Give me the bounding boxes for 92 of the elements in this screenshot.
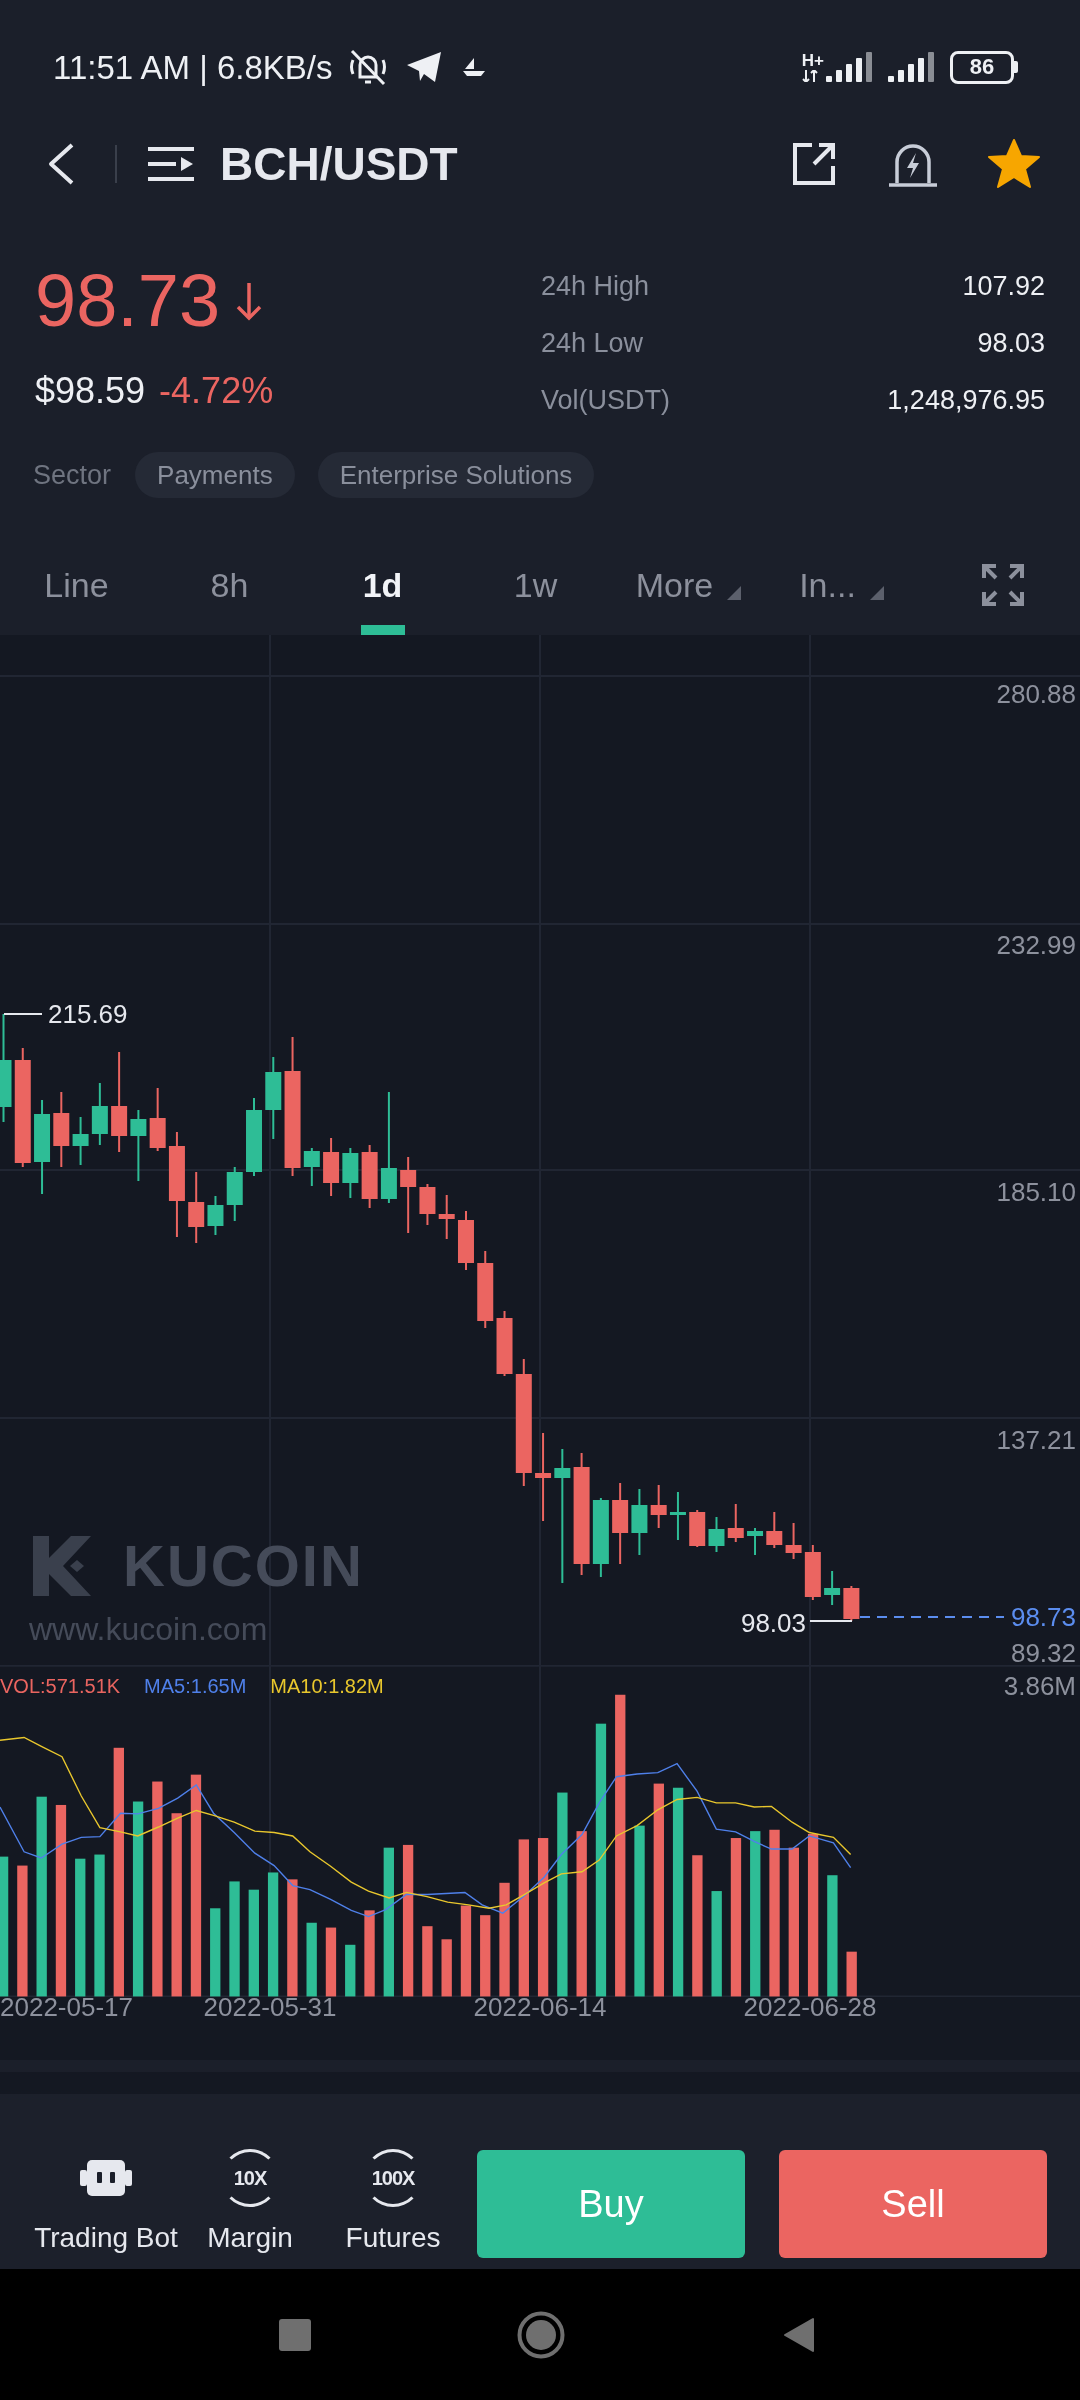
share-icon[interactable] [792,142,836,186]
star-icon[interactable] [988,139,1040,189]
stat-label: 24h High [541,273,650,300]
candlestick [708,1516,725,1553]
sector-tag[interactable]: Payments [135,452,295,498]
menu-icon[interactable] [148,146,194,182]
candlestick [804,1544,821,1601]
status-text: 11:51 AM | 6.8KB/s [53,50,333,84]
candlestick [689,1509,706,1548]
interval-tab[interactable]: Line [0,535,153,635]
stat-value: 107.92 [962,273,1045,300]
recents-icon[interactable] [279,2318,311,2351]
battery-indicator: 86 [950,50,1018,84]
stat-label: 24h Low [541,330,644,357]
candlestick [650,1484,667,1529]
legend-label: MA5:1.65M [144,1676,247,1696]
tool-button[interactable]: Trading Bot [0,2150,186,2255]
date-axis-label: 2022-06-28 [743,1994,877,2020]
leverage-badge: 10X [221,2149,279,2207]
candlestick [207,1195,224,1236]
interval-tab[interactable]: 8h [153,535,306,635]
stat-value: 98.03 [977,330,1045,357]
candlestick [303,1147,320,1187]
sector-label: Sector [33,461,112,489]
robot-icon [80,2158,132,2198]
candlestick [785,1522,802,1560]
signal-icon [826,52,874,82]
signal-icon [888,52,936,82]
price-axis-label: 89.32 [1010,1640,1076,1666]
data-arrows-icon [801,70,818,82]
interval-tab[interactable]: 1d [306,535,459,635]
caret-icon [727,586,742,600]
candlestick [419,1183,436,1226]
sector-tag[interactable]: Enterprise Solutions [317,452,595,498]
date-axis-label: 2022-05-31 [203,1994,337,2020]
expand-icon[interactable] [981,563,1025,607]
date-axis-label: 2022-05-17 [0,1994,133,2020]
volume-bar [345,1944,356,1997]
price-axis-label: 280.88 [996,681,1076,707]
candlestick [361,1144,378,1209]
network-type: H+ [801,52,824,70]
candlestick [91,1082,108,1146]
date-axis-label: 2022-06-14 [473,1994,607,2020]
legend-label: VOL:571.51K [0,1676,121,1696]
home-icon[interactable] [517,2310,565,2359]
back-triangle-icon[interactable] [783,2316,815,2353]
price-change: -4.72% [159,373,274,409]
candlestick [496,1310,513,1377]
candlestick [149,1087,166,1152]
tool-button[interactable]: 100X Futures [314,2150,472,2255]
candlestick [226,1166,243,1222]
candlestick [669,1491,686,1541]
volume-axis-label: 3.86M [1003,1673,1076,1699]
back-icon[interactable] [46,142,76,186]
high-price-label: 215.69 [48,1001,128,1027]
caret-icon [869,586,884,600]
candlestick [747,1527,764,1556]
paper-plane-icon [406,51,443,83]
price-axis-label: 137.21 [996,1427,1076,1453]
low-price-label: 98.03 [740,1610,806,1636]
candlestick [631,1488,648,1556]
interval-tab[interactable]: 1w [459,535,612,635]
volume-bar [441,1939,452,1997]
tool-button[interactable]: 10X Margin [186,2150,314,2255]
boat-icon [462,57,487,77]
last-price-label: 98.73 [1010,1604,1076,1630]
leader-line [3,1013,43,1015]
last-price: 98.73 [35,264,221,338]
leader-line [809,1620,853,1622]
fiat-price: $98.59 [35,373,146,409]
interval-tab[interactable]: More [612,535,765,635]
stat-value: 1,248,976.95 [887,387,1045,414]
candlestick [824,1570,841,1606]
candlestick [72,1116,89,1166]
candlestick [727,1503,744,1543]
interval-tab[interactable]: In... [765,535,918,635]
stat-label: Vol(USDT) [541,387,670,414]
pair-title: BCH/USDT [220,141,458,187]
candlestick [438,1194,455,1240]
volume-bar [422,1926,433,1997]
candlestick [458,1210,474,1271]
candlestick [342,1147,359,1199]
volume-bar [325,1927,337,1997]
candlestick [323,1137,340,1197]
candlestick [843,1585,860,1622]
candlestick [766,1511,783,1549]
leverage-badge: 100X [364,2149,422,2207]
legend-label: MA10:1.82M [270,1676,384,1696]
price-axis-label: 232.99 [996,932,1076,958]
volume-bar [846,1951,857,1997]
price-axis-label: 185.10 [996,1179,1076,1205]
sell-button[interactable]: Sell [779,2150,1047,2258]
